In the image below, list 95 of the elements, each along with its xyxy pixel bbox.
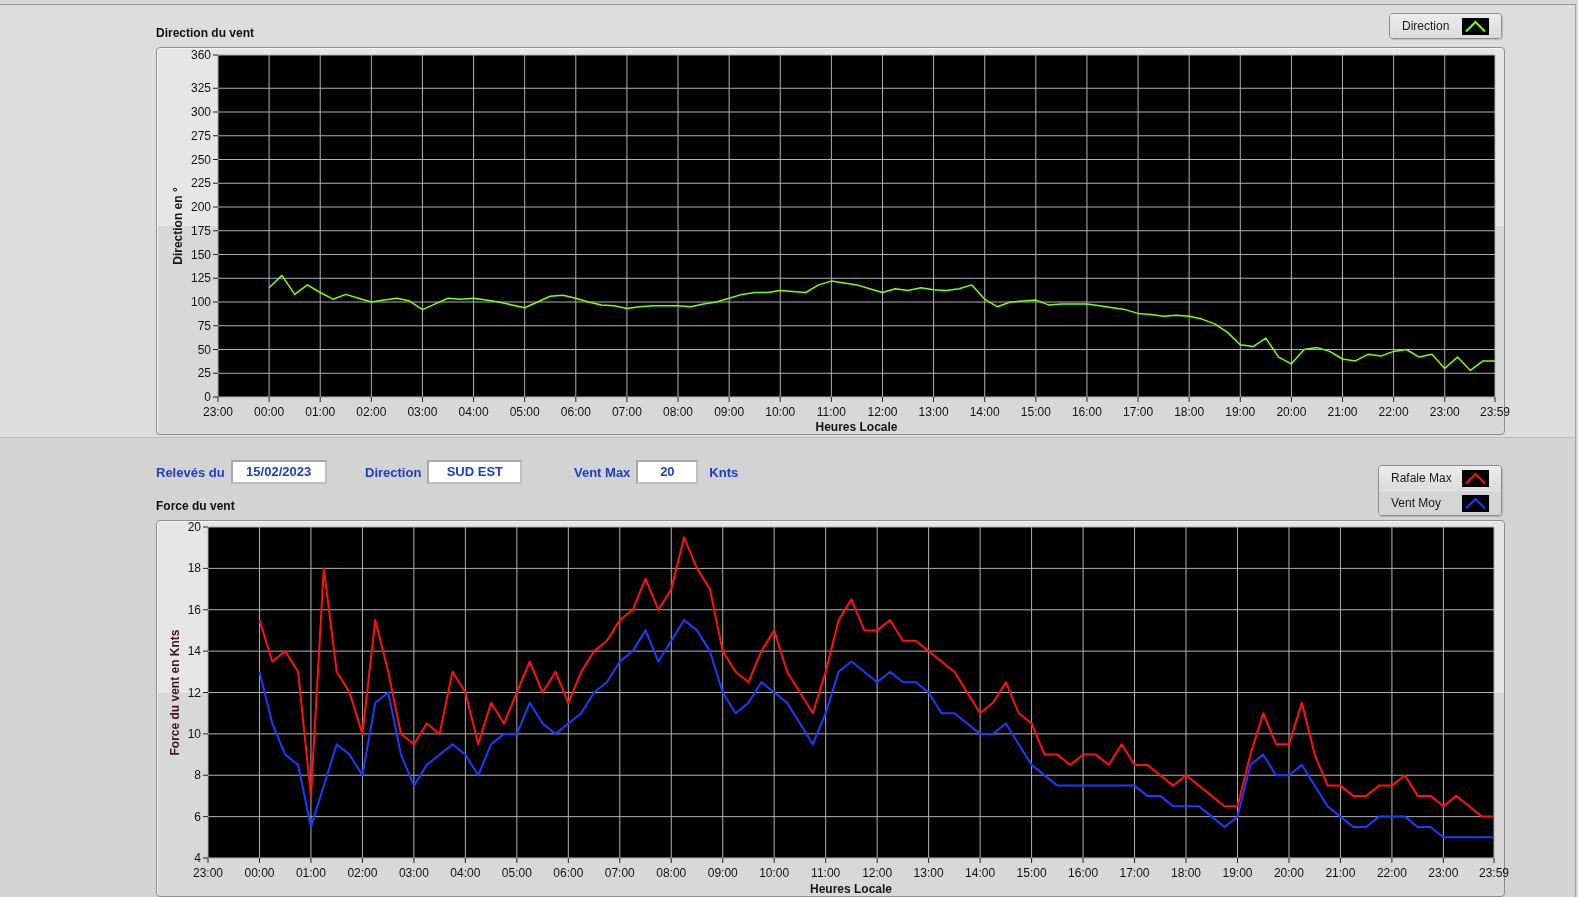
- x-tick-label: 23:00: [1429, 405, 1460, 419]
- x-tick-label: 13:00: [918, 405, 949, 419]
- x-tick-label: 23:00: [1428, 866, 1459, 880]
- y-axis-title: Force du vent en Knts: [168, 629, 182, 756]
- line-swatch-icon: [1462, 469, 1489, 487]
- x-tick-label: 15:00: [1020, 405, 1051, 419]
- y-tick-label: 225: [190, 176, 211, 191]
- x-tick-label: 06:00: [553, 866, 584, 880]
- y-tick-label: 175: [190, 223, 211, 238]
- x-tick-label: 20:00: [1276, 405, 1307, 419]
- x-tick-label: 00:00: [254, 405, 285, 419]
- y-tick-label: 16: [187, 602, 201, 617]
- x-tick-label: 23:00: [203, 405, 233, 419]
- x-tick-label: 16:00: [1071, 405, 1102, 419]
- y-tick-label: 6: [194, 809, 201, 824]
- max-wind-field[interactable]: 20: [636, 460, 699, 484]
- direction-field[interactable]: SUD EST: [427, 460, 523, 484]
- y-tick-label: 14: [187, 644, 201, 659]
- legend-label: Rafale Max: [1391, 471, 1452, 485]
- x-tick-label: 11:00: [811, 866, 841, 880]
- y-tick-label: 75: [197, 318, 211, 333]
- y-tick-label: 18: [187, 561, 201, 576]
- y-tick-label: 360: [190, 48, 211, 62]
- x-tick-label: 03:00: [407, 405, 438, 419]
- x-tick-label: 02:00: [356, 405, 387, 419]
- y-tick-label: 150: [190, 247, 211, 262]
- x-axis-title: Heures Locale: [815, 420, 898, 434]
- unit-label: Knts: [709, 464, 739, 480]
- x-tick-label: 04:00: [458, 405, 489, 419]
- x-tick-label: 12:00: [862, 866, 893, 880]
- x-tick-label: 19:00: [1225, 405, 1256, 419]
- x-tick-label: 05:00: [501, 866, 532, 880]
- x-tick-label: 07:00: [604, 866, 635, 880]
- y-tick-label: 100: [190, 295, 211, 309]
- legend-label: Vent Moy: [1391, 496, 1442, 510]
- y-tick-label: 0: [204, 390, 211, 404]
- y-tick-label: 325: [190, 81, 211, 96]
- date-field[interactable]: 15/02/2023: [230, 460, 327, 484]
- y-tick-label: 250: [190, 152, 211, 167]
- x-tick-label: 16:00: [1068, 866, 1099, 880]
- x-tick-label: 04:00: [450, 866, 481, 880]
- chart-title: Direction du vent: [156, 26, 254, 41]
- field-label: Relevés du: [156, 464, 225, 480]
- x-tick-label: 14:00: [965, 866, 996, 880]
- x-tick-label: 20:00: [1273, 866, 1304, 880]
- x-tick-label: 19:00: [1222, 866, 1253, 880]
- y-tick-label: 25: [197, 366, 211, 381]
- x-tick-label: 08:00: [663, 405, 694, 419]
- y-tick-label: 275: [190, 128, 211, 143]
- x-tick-label: 21:00: [1327, 405, 1358, 419]
- y-tick-label: 20: [187, 520, 201, 534]
- line-swatch-icon: [1462, 494, 1489, 512]
- x-tick-label: 18:00: [1174, 405, 1205, 419]
- x-tick-label: 14:00: [969, 405, 1000, 419]
- x-tick-label: 17:00: [1119, 866, 1150, 880]
- x-tick-label: 17:00: [1123, 405, 1154, 419]
- x-tick-label: 21:00: [1325, 866, 1356, 880]
- y-tick-label: 10: [187, 726, 201, 741]
- y-tick-label: 200: [190, 200, 211, 214]
- x-tick-label: 09:00: [707, 866, 738, 880]
- x-tick-label: 10:00: [759, 866, 790, 880]
- x-tick-label: 09:00: [714, 405, 745, 419]
- x-tick-label: 10:00: [765, 405, 796, 419]
- field-label: Vent Max: [574, 464, 631, 480]
- x-tick-label: 02:00: [347, 866, 378, 880]
- x-tick-label: 00:00: [244, 866, 275, 880]
- x-tick-label: 22:00: [1378, 405, 1409, 419]
- x-axis-title: Heures Locale: [810, 882, 892, 896]
- line-swatch-icon: [1462, 17, 1489, 35]
- x-tick-label: 15:00: [1016, 866, 1047, 880]
- x-tick-label: 01:00: [295, 866, 326, 880]
- y-tick-label: 300: [190, 105, 211, 119]
- x-tick-label: 06:00: [560, 405, 591, 419]
- x-tick-label: 18:00: [1171, 866, 1202, 880]
- x-tick-label: 11:00: [816, 405, 846, 419]
- y-tick-label: 50: [197, 342, 211, 357]
- y-tick-label: 8: [194, 768, 201, 783]
- x-tick-label: 13:00: [913, 866, 944, 880]
- chart-title: Force du vent: [156, 499, 235, 514]
- legend-label: Direction: [1402, 19, 1450, 33]
- y-tick-label: 12: [187, 685, 201, 700]
- x-tick-label: 01:00: [305, 405, 336, 419]
- x-tick-label: 03:00: [398, 866, 429, 880]
- x-tick-label: 22:00: [1376, 866, 1407, 880]
- x-tick-label: 08:00: [656, 866, 687, 880]
- x-tick-label: 23:00: [193, 866, 223, 880]
- y-tick-label: 4: [194, 851, 201, 865]
- x-tick-label: 23:59: [1480, 405, 1510, 419]
- y-axis-title: Direction en °: [171, 187, 185, 265]
- x-tick-label: 05:00: [509, 405, 540, 419]
- field-label: Direction: [365, 464, 422, 480]
- y-tick-label: 125: [190, 271, 211, 286]
- x-tick-label: 23:59: [1479, 866, 1509, 880]
- x-tick-label: 12:00: [867, 405, 898, 419]
- x-tick-label: 07:00: [611, 405, 642, 419]
